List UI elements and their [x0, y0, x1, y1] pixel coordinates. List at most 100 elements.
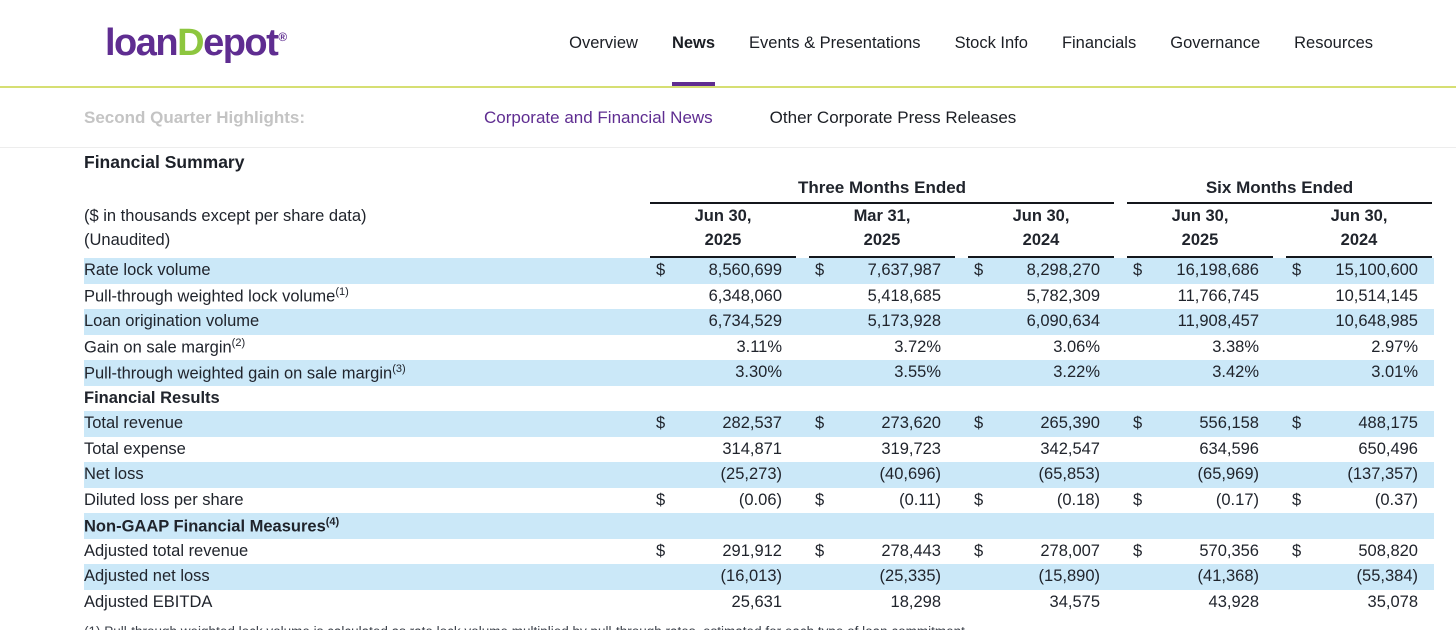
- table-column-header-row: ($ in thousands except per share data) (…: [84, 204, 1434, 258]
- table-cell: (65,853): [968, 465, 1114, 484]
- nav-item-news[interactable]: News: [671, 0, 716, 86]
- table-cell: (25,273): [650, 465, 796, 484]
- column-header-4: Jun 30, 2024: [1286, 204, 1432, 258]
- cell-value: 25,631: [731, 592, 782, 611]
- cell-value: 319,723: [881, 439, 941, 458]
- column-header-date: Mar 31,: [853, 207, 911, 225]
- cell-value: 570,356: [1199, 541, 1259, 560]
- table-cell: 10,648,985: [1286, 312, 1432, 331]
- cell-value: 6,090,634: [1026, 312, 1100, 331]
- row-label-non-gaap-financial-measures: Non-GAAP Financial Measures(4): [84, 515, 340, 536]
- cell-value: 508,820: [1358, 541, 1418, 560]
- nav-item-stock-info[interactable]: Stock Info: [955, 0, 1028, 86]
- table-cell: $278,007: [968, 542, 1114, 561]
- cell-value: 282,537: [722, 414, 782, 433]
- footnote-ref: (3): [392, 362, 406, 375]
- table-cell: 314,871: [650, 440, 796, 459]
- dollar-sign: $: [1133, 414, 1143, 433]
- table-row: Total revenue $282,537 $273,620 $265,390 $55…: [84, 411, 1434, 437]
- cell-value: 2.97%: [1371, 337, 1418, 356]
- dollar-sign: $: [656, 414, 666, 433]
- loandepot-logo[interactable]: loanDepot®: [105, 0, 287, 86]
- row-label-total-expense: Total expense: [84, 439, 186, 458]
- financial-summary-table: Three Months Ended Six Months Ended ($ i…: [84, 178, 1434, 615]
- logo-part-epot: epot: [203, 21, 279, 64]
- table-cell: $291,912: [650, 542, 796, 561]
- dollar-sign: $: [656, 541, 666, 560]
- column-header-0: Jun 30, 2025: [650, 204, 796, 258]
- table-row: Pull-through weighted gain on sale margi…: [84, 360, 1434, 386]
- column-header-year: 2024: [1340, 231, 1378, 249]
- cell-value: 43,928: [1208, 592, 1259, 611]
- row-label-financial-results: Financial Results: [84, 388, 220, 407]
- table-cell: 3.06%: [968, 338, 1114, 357]
- cell-value: 11,766,745: [1177, 286, 1259, 305]
- table-section-row: Financial Results: [84, 386, 1434, 412]
- table-row: Adjusted EBITDA 25,631 18,298 34,575 43,928 3…: [84, 590, 1434, 616]
- table-cell: 25,631: [650, 593, 796, 612]
- financial-summary-title: Financial Summary: [84, 152, 245, 172]
- table-cell: 3.72%: [809, 338, 955, 357]
- dollar-sign: $: [974, 490, 984, 509]
- table-cell: 11,908,457: [1127, 312, 1273, 331]
- cell-value: 3.11%: [736, 337, 782, 356]
- nav-item-governance[interactable]: Governance: [1170, 0, 1260, 86]
- cell-value: 556,158: [1199, 414, 1259, 433]
- column-header-year: 2024: [1022, 231, 1060, 249]
- table-cell: 3.55%: [809, 363, 955, 382]
- cell-value: 488,175: [1358, 414, 1418, 433]
- dollar-sign: $: [815, 541, 825, 560]
- table-cell: 6,734,529: [650, 312, 796, 331]
- cell-value: 8,560,699: [708, 261, 782, 280]
- table-row: Adjusted net loss (16,013) (25,335) (15,890…: [84, 564, 1434, 590]
- cell-value: 35,078: [1367, 592, 1418, 611]
- column-header-year: 2025: [863, 231, 901, 249]
- table-cell: 6,090,634: [968, 312, 1114, 331]
- cell-value: 3.42%: [1212, 363, 1259, 382]
- cell-value: 15,100,600: [1335, 261, 1418, 280]
- dollar-sign: $: [1292, 541, 1302, 560]
- cell-value: 5,782,309: [1026, 286, 1100, 305]
- column-header-date: Jun 30,: [1330, 207, 1388, 225]
- dollar-sign: $: [656, 261, 666, 280]
- cell-value: 278,007: [1040, 541, 1100, 560]
- column-header-date: Jun 30,: [1012, 207, 1070, 225]
- column-header-2: Jun 30, 2024: [968, 204, 1114, 258]
- cell-value: 634,596: [1199, 439, 1259, 458]
- subnav-tab-other-corporate-press-releases[interactable]: Other Corporate Press Releases: [770, 108, 1017, 128]
- nav-item-financials[interactable]: Financials: [1062, 0, 1136, 86]
- row-label-pull-through-weighted-lock-volume: Pull-through weighted lock volume(1): [84, 286, 349, 306]
- row-label-pull-through-weighted-gain-on-sale-margin: Pull-through weighted gain on sale margi…: [84, 362, 406, 383]
- dollar-sign: $: [1133, 541, 1143, 560]
- row-label-gain-on-sale-margin: Gain on sale margin(2): [84, 337, 246, 357]
- cell-value: 291,912: [722, 541, 782, 560]
- column-header-year: 2025: [1181, 231, 1219, 249]
- table-cell: 2.97%: [1286, 338, 1432, 357]
- cell-value: 278,443: [881, 541, 941, 560]
- nav-item-events-presentations[interactable]: Events & Presentations: [749, 0, 921, 86]
- cell-value: 3.22%: [1053, 363, 1100, 382]
- table-cell: $16,198,686: [1127, 261, 1273, 280]
- row-label-net-loss: Net loss: [84, 465, 144, 484]
- cell-value: 5,418,685: [867, 286, 941, 305]
- subnav-tab-corporate-and-financial-news[interactable]: Corporate and Financial News: [484, 108, 713, 128]
- nav-item-overview[interactable]: Overview: [569, 0, 638, 86]
- column-header-year: 2025: [704, 231, 742, 249]
- column-header-1: Mar 31, 2025: [809, 204, 955, 258]
- table-row: Loan origination volume 6,734,529 5,173,92…: [84, 309, 1434, 335]
- cell-value: 5,173,928: [867, 312, 941, 331]
- table-cell: 11,766,745: [1127, 287, 1273, 306]
- table-cell: 10,514,145: [1286, 287, 1432, 306]
- dollar-sign: $: [1133, 261, 1143, 280]
- nav-item-resources[interactable]: Resources: [1294, 0, 1373, 86]
- cell-value: (0.06): [738, 490, 782, 509]
- table-cell: 3.22%: [968, 363, 1114, 382]
- dollar-sign: $: [656, 490, 666, 509]
- cell-value: 3.30%: [735, 363, 782, 382]
- cell-value: 3.72%: [894, 337, 941, 356]
- table-cell: $15,100,600: [1286, 261, 1432, 280]
- table-cell: 3.38%: [1127, 338, 1273, 357]
- table-cell: 3.42%: [1127, 363, 1273, 382]
- dollar-sign: $: [1133, 490, 1143, 509]
- column-header-date: Jun 30,: [694, 207, 752, 225]
